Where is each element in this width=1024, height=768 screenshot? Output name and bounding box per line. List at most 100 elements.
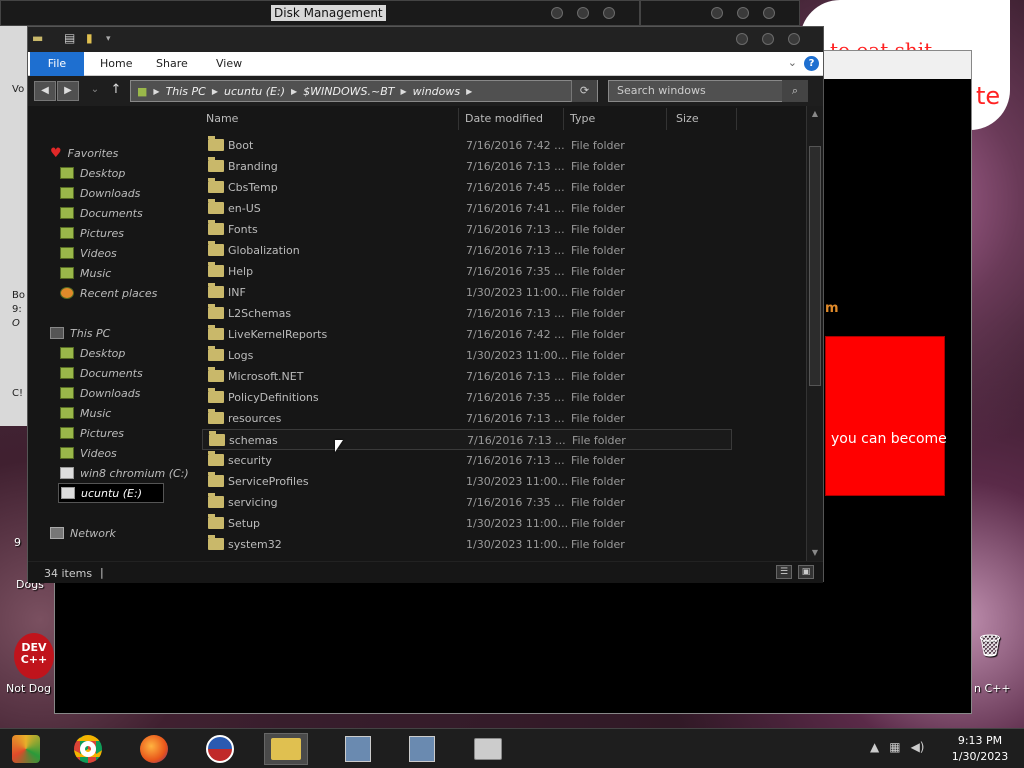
nav-pc-desktop[interactable]: Desktop bbox=[60, 343, 125, 363]
clock[interactable]: 9:13 PM 1/30/2023 bbox=[940, 733, 1020, 765]
table-row[interactable]: Help 7/16/2016 7:35 ... File folder bbox=[202, 261, 732, 282]
minimize-icon[interactable] bbox=[736, 33, 748, 45]
vertical-scrollbar[interactable]: ▲ ▼ bbox=[806, 106, 823, 561]
nav-fav-pictures[interactable]: Pictures bbox=[60, 223, 124, 243]
desktop-icon-not-dog[interactable]: Not Dog bbox=[6, 682, 51, 695]
nav-fav-recent[interactable]: Recent places bbox=[60, 283, 157, 303]
table-row[interactable]: Logs 1/30/2023 11:00... File folder bbox=[202, 345, 732, 366]
installer-taskbar-icon[interactable] bbox=[336, 733, 380, 765]
close-icon[interactable] bbox=[788, 33, 800, 45]
scroll-down-icon[interactable]: ▼ bbox=[809, 547, 821, 559]
show-hidden-icons-icon[interactable]: ▲ bbox=[870, 740, 879, 754]
minimize-icon[interactable] bbox=[551, 7, 563, 19]
desktop-icon-cpp[interactable]: n C++ bbox=[974, 682, 1011, 695]
nav-pc-documents[interactable]: Documents bbox=[60, 363, 143, 383]
back-button[interactable]: ◀ bbox=[34, 81, 56, 101]
maximize-icon[interactable] bbox=[737, 7, 749, 19]
details-view-icon[interactable]: ☰ bbox=[776, 565, 792, 579]
up-button[interactable]: ↑ bbox=[105, 81, 127, 101]
tab-view[interactable]: View bbox=[216, 57, 242, 70]
new-folder-icon[interactable]: ▮ bbox=[86, 31, 93, 45]
table-row[interactable]: Boot 7/16/2016 7:42 ... File folder bbox=[202, 135, 732, 156]
table-row[interactable]: schemas 7/16/2016 7:13 ... File folder bbox=[202, 429, 732, 450]
nav-fav-videos[interactable]: Videos bbox=[60, 243, 117, 263]
column-header-type[interactable]: Type bbox=[570, 112, 595, 125]
tab-home[interactable]: Home bbox=[100, 57, 132, 70]
table-row[interactable]: L2Schemas 7/16/2016 7:13 ... File folder bbox=[202, 303, 732, 324]
nav-fav-documents[interactable]: Documents bbox=[60, 203, 143, 223]
breadcrumb[interactable]: $WINDOWS.~BT bbox=[303, 85, 394, 98]
browser-taskbar-icon[interactable] bbox=[198, 733, 242, 765]
close-icon[interactable] bbox=[603, 7, 615, 19]
explorer-titlebar[interactable]: ▬ ▤ ▮ ▾ bbox=[28, 27, 823, 52]
search-input[interactable]: Search windows bbox=[608, 80, 808, 102]
tab-file[interactable]: File bbox=[30, 52, 84, 76]
nav-drive-e[interactable]: ucuntu (E:) bbox=[58, 483, 164, 503]
refresh-button[interactable]: ⟳ bbox=[571, 80, 597, 102]
tab-share[interactable]: Share bbox=[156, 57, 188, 70]
file-explorer-window[interactable]: ▬ ▤ ▮ ▾ File Home Share View ⌄ ? ◀ ▶ ⌄ ↑… bbox=[27, 26, 824, 583]
table-row[interactable]: servicing 7/16/2016 7:35 ... File folder bbox=[202, 492, 732, 513]
table-row[interactable]: security 7/16/2016 7:13 ... File folder bbox=[202, 450, 732, 471]
properties-icon[interactable]: ▤ bbox=[64, 31, 75, 45]
nav-pc-downloads[interactable]: Downloads bbox=[60, 383, 140, 403]
table-row[interactable]: en-US 7/16/2016 7:41 ... File folder bbox=[202, 198, 732, 219]
address-bar[interactable]: ■ ▶ This PC ▶ ucuntu (E:) ▶ $WINDOWS.~BT… bbox=[130, 80, 598, 102]
nav-this-pc[interactable]: This PC bbox=[50, 323, 110, 343]
nav-fav-downloads[interactable]: Downloads bbox=[60, 183, 140, 203]
network-icon[interactable]: ▦ bbox=[889, 740, 900, 754]
volume-icon[interactable]: ◀) bbox=[911, 740, 925, 754]
table-row[interactable]: Branding 7/16/2016 7:13 ... File folder bbox=[202, 156, 732, 177]
folder-icon[interactable]: ▬ bbox=[32, 31, 43, 45]
search-icon[interactable]: ⌕ bbox=[782, 80, 808, 102]
nav-fav-music[interactable]: Music bbox=[60, 263, 111, 283]
printer-taskbar-icon[interactable] bbox=[466, 733, 510, 765]
scroll-thumb[interactable] bbox=[809, 146, 821, 386]
scroll-up-icon[interactable]: ▲ bbox=[809, 108, 821, 120]
disk-window-controls[interactable] bbox=[551, 7, 615, 19]
firefox-taskbar-icon[interactable] bbox=[132, 733, 176, 765]
large-icons-view-icon[interactable]: ▣ bbox=[798, 565, 814, 579]
breadcrumb[interactable]: windows bbox=[413, 85, 460, 98]
table-row[interactable]: system32 1/30/2023 11:00... File folder bbox=[202, 534, 732, 555]
breadcrumb[interactable]: ucuntu (E:) bbox=[224, 85, 285, 98]
nav-pc-music[interactable]: Music bbox=[60, 403, 111, 423]
minimize-icon[interactable] bbox=[711, 7, 723, 19]
help-icon[interactable]: ? bbox=[804, 56, 819, 71]
table-row[interactable]: Setup 1/30/2023 11:00... File folder bbox=[202, 513, 732, 534]
chrome-taskbar-icon[interactable] bbox=[66, 733, 110, 765]
nav-pc-pictures[interactable]: Pictures bbox=[60, 423, 124, 443]
nav-network[interactable]: Network bbox=[50, 523, 116, 543]
table-row[interactable]: ServiceProfiles 1/30/2023 11:00... File fo… bbox=[202, 471, 732, 492]
column-header-date[interactable]: Date modified bbox=[465, 112, 543, 125]
table-row[interactable]: resources 7/16/2016 7:13 ... File folder bbox=[202, 408, 732, 429]
table-row[interactable]: PolicyDefinitions 7/16/2016 7:35 ... File … bbox=[202, 387, 732, 408]
devcpp-icon[interactable]: DEV C++ bbox=[14, 633, 54, 679]
installer-taskbar-icon-2[interactable] bbox=[400, 733, 444, 765]
recent-locations-icon[interactable]: ⌄ bbox=[84, 81, 106, 101]
breadcrumb[interactable]: This PC bbox=[166, 85, 206, 98]
table-row[interactable]: Globalization 7/16/2016 7:13 ... File fold… bbox=[202, 240, 732, 261]
table-row[interactable]: LiveKernelReports 7/16/2016 7:42 ... File … bbox=[202, 324, 732, 345]
nav-drive-c[interactable]: win8 chromium (C:) bbox=[60, 463, 189, 483]
recycle-bin-icon[interactable]: 🗑 bbox=[976, 634, 1004, 659]
customize-quick-access-icon[interactable]: ▾ bbox=[106, 34, 111, 44]
nav-pc-videos[interactable]: Videos bbox=[60, 443, 117, 463]
forward-button[interactable]: ▶ bbox=[57, 81, 79, 101]
disk-management-window[interactable]: Disk Management bbox=[0, 0, 640, 26]
table-row[interactable]: CbsTemp 7/16/2016 7:45 ... File folder bbox=[202, 177, 732, 198]
expand-ribbon-icon[interactable]: ⌄ bbox=[788, 56, 797, 69]
table-row[interactable]: INF 1/30/2023 11:00... File folder bbox=[202, 282, 732, 303]
red-banner[interactable] bbox=[825, 336, 945, 496]
nav-fav-desktop[interactable]: Desktop bbox=[60, 163, 125, 183]
table-row[interactable]: Fonts 7/16/2016 7:13 ... File folder bbox=[202, 219, 732, 240]
nav-favorites[interactable]: ♥ Favorites bbox=[50, 143, 118, 163]
maximize-icon[interactable] bbox=[762, 33, 774, 45]
chrome-canary-taskbar-icon[interactable] bbox=[4, 733, 48, 765]
secondary-window-titlebar[interactable] bbox=[640, 0, 800, 26]
table-row[interactable]: Microsoft.NET 7/16/2016 7:13 ... File fold… bbox=[202, 366, 732, 387]
file-explorer-taskbar-icon[interactable] bbox=[264, 733, 308, 765]
maximize-icon[interactable] bbox=[577, 7, 589, 19]
close-icon[interactable] bbox=[763, 7, 775, 19]
column-header-name[interactable]: Name bbox=[206, 112, 238, 125]
